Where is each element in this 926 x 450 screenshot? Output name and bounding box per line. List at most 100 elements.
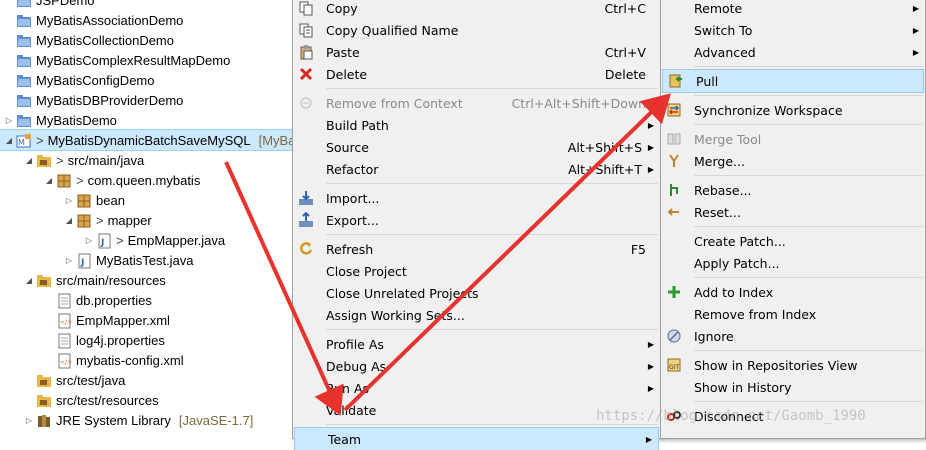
expanded-twisty-icon[interactable]: ◢ <box>44 176 54 185</box>
menu-item-run-as[interactable]: Run As ▶ <box>293 377 660 399</box>
menu-item-label: Refresh <box>326 241 374 257</box>
menu-item-label: Build Path <box>326 117 389 133</box>
menu-item-copy-qualified-name[interactable]: Copy Qualified Name <box>293 19 660 41</box>
tree-item-label: src/test/java <box>56 372 126 388</box>
tree-item[interactable]: MyBatisComplexResultMapDemo <box>0 50 292 70</box>
submenu-arrow-icon: ▶ <box>647 164 654 174</box>
submenu-arrow-icon: ▶ <box>647 339 654 349</box>
tree-item-label: mybatis-config.xml <box>76 352 184 368</box>
menu-item-export[interactable]: Export... <box>293 209 660 231</box>
menu-item-refactor[interactable]: Refactor Alt+Shift+T ▶ <box>293 158 660 180</box>
svg-text:J: J <box>100 238 104 248</box>
submenu-arrow-icon: ▶ <box>647 383 654 393</box>
tree-item[interactable]: ◢ src/main/resources <box>0 270 292 290</box>
tree-item[interactable]: ▷ bean <box>0 190 292 210</box>
collapsed-twisty-icon[interactable]: ▷ <box>4 116 14 125</box>
menu-separator <box>326 183 658 184</box>
copy-qualified-icon <box>298 22 314 38</box>
tree-item[interactable]: db.properties <box>0 290 292 310</box>
menu-item-close-unrelated-projects[interactable]: Close Unrelated Projects <box>293 282 660 304</box>
menu-item-label: Pull <box>696 73 719 89</box>
expanded-twisty-icon[interactable]: ◢ <box>4 136 14 145</box>
menu-item-label: Advanced <box>694 44 756 60</box>
project-icon <box>16 53 32 67</box>
tree-item[interactable]: </> EmpMapper.xml <box>0 310 292 330</box>
team-item-switch-to[interactable]: Switch To ▶ <box>661 19 925 41</box>
team-item-ignore[interactable]: Ignore <box>661 325 925 347</box>
tree-item[interactable]: MyBatisCollectionDemo <box>0 30 292 50</box>
menu-item-paste[interactable]: Paste Ctrl+V <box>293 41 660 63</box>
tree-item[interactable]: MyBatisDBProviderDemo <box>0 90 292 110</box>
menu-item-remove-from-context[interactable]: Remove from Context Ctrl+Alt+Shift+Down <box>293 92 660 114</box>
java-file-icon: J <box>96 233 112 249</box>
copy-icon <box>298 0 314 16</box>
menu-item-assign-working-sets[interactable]: Assign Working Sets... <box>293 304 660 326</box>
team-item-merge[interactable]: Merge... <box>661 150 925 172</box>
delete-icon <box>298 66 314 82</box>
expanded-twisty-icon[interactable]: ◢ <box>64 216 74 225</box>
tree-item[interactable]: ◢ > com.queen.mybatis <box>0 170 292 190</box>
tree-item[interactable]: src/test/java <box>0 370 292 390</box>
file-icon <box>56 293 72 309</box>
menu-item-label: Show in Repositories View <box>694 357 858 373</box>
library-icon <box>36 413 52 427</box>
expanded-twisty-icon[interactable]: ◢ <box>24 156 34 165</box>
tree-item[interactable]: ▷ J > EmpMapper.java <box>0 230 292 250</box>
team-item-apply-patch[interactable]: Apply Patch... <box>661 252 925 274</box>
tree-item-label: src/main/resources <box>56 272 166 288</box>
collapsed-twisty-icon[interactable]: ▷ <box>64 196 74 205</box>
team-item-show-in-repositories-view[interactable]: GIT Show in Repositories View <box>661 354 925 376</box>
menu-item-debug-as[interactable]: Debug As ▶ <box>293 355 660 377</box>
team-item-remove-from-index[interactable]: Remove from Index <box>661 303 925 325</box>
menu-item-delete[interactable]: Delete Delete <box>293 63 660 85</box>
menu-item-accelerator: Ctrl+V <box>604 44 646 60</box>
menu-item-profile-as[interactable]: Profile As ▶ <box>293 333 660 355</box>
collapsed-twisty-icon[interactable]: ▷ <box>24 416 34 425</box>
collapsed-twisty-icon[interactable]: ▷ <box>84 236 94 245</box>
team-item-show-in-history[interactable]: Show in History <box>661 376 925 398</box>
tree-item[interactable]: </> mybatis-config.xml <box>0 350 292 370</box>
expanded-twisty-icon[interactable]: ◢ <box>24 276 34 285</box>
tree-item-label: MyBatisCollectionDemo <box>36 32 174 48</box>
team-item-merge-tool[interactable]: Merge Tool <box>661 128 925 150</box>
team-item-create-patch[interactable]: Create Patch... <box>661 230 925 252</box>
svg-text:</>: </> <box>60 319 72 326</box>
menu-item-refresh[interactable]: Refresh F5 <box>293 238 660 260</box>
menu-item-copy[interactable]: Copy Ctrl+C <box>293 0 660 19</box>
repositories-view-icon: GIT <box>666 357 682 373</box>
menu-item-team[interactable]: Team ▶ <box>294 427 659 450</box>
submenu-arrow-icon: ▶ <box>647 361 654 371</box>
menu-item-label: Synchronize Workspace <box>694 102 843 118</box>
menu-item-source[interactable]: Source Alt+Shift+S ▶ <box>293 136 660 158</box>
menu-item-import[interactable]: Import... <box>293 187 660 209</box>
menu-item-label: Switch To <box>694 22 753 38</box>
import-icon <box>298 190 314 206</box>
tree-item[interactable]: src/test/resources <box>0 390 292 410</box>
team-item-add-to-index[interactable]: Add to Index <box>661 281 925 303</box>
team-item-remote[interactable]: Remote ▶ <box>661 0 925 19</box>
tree-item[interactable]: ▷ MyBatisDemo <box>0 110 292 130</box>
team-item-reset[interactable]: Reset... <box>661 201 925 223</box>
team-item-rebase[interactable]: Rebase... <box>661 179 925 201</box>
tree-item[interactable]: ◢ > src/main/java <box>0 150 292 170</box>
team-item-advanced[interactable]: Advanced ▶ <box>661 41 925 63</box>
tree-item[interactable]: ◢ > mapper <box>0 210 292 230</box>
svg-text:GIT: GIT <box>669 364 679 371</box>
menu-item-build-path[interactable]: Build Path ▶ <box>293 114 660 136</box>
menu-item-label: Show in History <box>694 379 792 395</box>
team-item-pull[interactable]: Pull <box>662 69 924 93</box>
team-item-synchronize-workspace[interactable]: Synchronize Workspace <box>661 99 925 121</box>
tree-item[interactable]: ▷ J MyBatisTest.java <box>0 250 292 270</box>
git-dirty-decorator: > <box>36 132 44 148</box>
menu-item-close-project[interactable]: Close Project <box>293 260 660 282</box>
tree-item[interactable]: JSPDemo <box>0 0 292 10</box>
tree-item[interactable]: ▷ JRE System Library [JavaSE-1.7] <box>0 410 292 430</box>
tree-item[interactable]: log4j.properties <box>0 330 292 350</box>
tree-item[interactable]: MyBatisAssociationDemo <box>0 10 292 30</box>
collapsed-twisty-icon[interactable]: ▷ <box>64 256 74 265</box>
menu-separator <box>694 350 923 351</box>
tree-item[interactable]: ◢ M > MyBatisDynamicBatchSaveMySQL [MyBa <box>0 129 292 151</box>
menu-item-label: Import... <box>326 190 380 206</box>
tree-item[interactable]: MyBatisConfigDemo <box>0 70 292 90</box>
menu-item-label: Refactor <box>326 161 379 177</box>
